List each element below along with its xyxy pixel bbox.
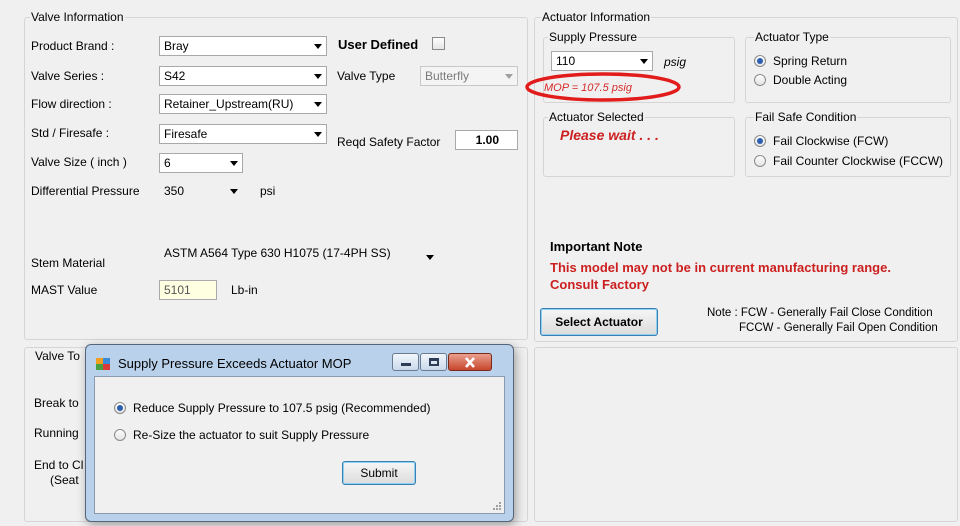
double-acting-label: Double Acting	[773, 73, 848, 87]
mast-value-unit: Lb-in	[231, 283, 258, 297]
stem-material-label: Stem Material	[31, 256, 106, 270]
reduce-pressure-label: Reduce Supply Pressure to 107.5 psig (Re…	[133, 401, 431, 415]
valve-type-value: Butterfly	[425, 69, 470, 83]
chevron-down-icon	[230, 189, 238, 194]
user-defined-checkbox[interactable]	[432, 37, 445, 50]
resize-grip-icon[interactable]	[492, 501, 502, 511]
supply-pressure-dialog: Supply Pressure Exceeds Actuator MOP Red…	[85, 344, 514, 522]
valve-series-select[interactable]: S42	[159, 66, 327, 86]
valve-series-value: S42	[164, 69, 186, 83]
resize-actuator-radio[interactable]	[114, 429, 126, 441]
flow-direction-label: Flow direction :	[31, 97, 112, 111]
user-defined-label: User Defined	[338, 37, 419, 52]
chevron-down-icon	[314, 74, 322, 79]
note-line1: Note : FCW - Generally Fail Close Condit…	[707, 307, 933, 319]
chevron-down-icon	[314, 44, 322, 49]
minimize-button[interactable]	[392, 353, 419, 371]
fail-clockwise-label: Fail Clockwise (FCW)	[773, 134, 889, 148]
chevron-down-icon	[314, 132, 322, 137]
seat-label: (Seat	[50, 473, 79, 487]
lower-right-panel	[534, 347, 958, 522]
mast-value-field: 5101	[159, 280, 217, 300]
actuator-type-group	[745, 37, 951, 103]
differential-pressure-label: Differential Pressure	[31, 184, 140, 198]
std-firesafe-value: Firesafe	[164, 127, 208, 141]
actuator-type-title: Actuator Type	[754, 30, 830, 44]
fail-clockwise-radio[interactable]	[754, 135, 766, 147]
important-note-title: Important Note	[550, 239, 643, 254]
flow-direction-select[interactable]: Retainer_Upstream(RU)	[159, 94, 327, 114]
important-note-line2: Consult Factory	[550, 277, 649, 292]
end-to-close-label: End to Cl	[34, 458, 84, 472]
important-note-line1: This model may not be in current manufac…	[550, 260, 891, 275]
actuator-selected-value: Please wait . . .	[560, 127, 659, 143]
actuator-selected-group	[543, 117, 735, 177]
reqd-safety-factor-input[interactable]: 1.00	[455, 130, 518, 150]
std-firesafe-select[interactable]: Firesafe	[159, 124, 327, 144]
chevron-down-icon	[640, 59, 648, 64]
actuator-selected-title: Actuator Selected	[548, 110, 645, 124]
maximize-icon	[429, 358, 439, 366]
valve-size-value: 6	[164, 156, 171, 170]
submit-button[interactable]: Submit	[342, 461, 416, 485]
differential-pressure-value: 350	[164, 184, 185, 198]
note-line2: FCCW - Generally Fail Open Condition	[739, 322, 938, 334]
chevron-down-icon	[314, 102, 322, 107]
product-brand-label: Product Brand :	[31, 39, 115, 53]
dialog-body: Reduce Supply Pressure to 107.5 psig (Re…	[94, 376, 505, 514]
running-torque-label: Running	[34, 426, 79, 440]
valve-size-select[interactable]: 6	[159, 153, 243, 173]
differential-pressure-unit: psi	[260, 184, 276, 198]
supply-pressure-unit: psig	[664, 55, 687, 69]
reqd-safety-factor-label: Reqd Safety Factor	[337, 135, 441, 149]
stem-material-select[interactable]: ASTM A564 Type 630 H1075 (17-4PH SS)	[159, 243, 439, 263]
reduce-pressure-radio[interactable]	[114, 402, 126, 414]
break-torque-label: Break to	[34, 396, 79, 410]
std-firesafe-label: Std / Firesafe :	[31, 126, 110, 140]
chevron-down-icon	[426, 255, 434, 260]
valve-type-label: Valve Type	[337, 69, 396, 83]
valve-series-label: Valve Series :	[31, 69, 105, 83]
minimize-icon	[401, 363, 411, 366]
product-brand-value: Bray	[164, 39, 189, 53]
product-brand-select[interactable]: Bray	[159, 36, 327, 56]
valve-size-label: Valve Size ( inch )	[31, 155, 127, 169]
resize-actuator-label: Re-Size the actuator to suit Supply Pres…	[133, 428, 370, 442]
actuator-information-title: Actuator Information	[541, 10, 652, 24]
double-acting-radio[interactable]	[754, 74, 766, 86]
valve-torque-title: Valve To	[34, 349, 81, 363]
chevron-down-icon	[230, 161, 238, 166]
mast-value-label: MAST Value	[31, 283, 98, 297]
chevron-down-icon	[505, 74, 513, 79]
highlight-circle	[525, 72, 681, 102]
select-actuator-button[interactable]: Select Actuator	[540, 308, 658, 336]
app-icon	[96, 358, 110, 370]
fail-safe-title: Fail Safe Condition	[754, 110, 858, 124]
stem-material-value: ASTM A564 Type 630 H1075 (17-4PH SS)	[164, 246, 391, 260]
flow-direction-value: Retainer_Upstream(RU)	[164, 97, 294, 111]
close-icon	[465, 357, 475, 368]
differential-pressure-select[interactable]: 350	[159, 181, 243, 201]
fail-counter-clockwise-label: Fail Counter Clockwise (FCCW)	[773, 154, 944, 168]
close-button[interactable]	[448, 353, 492, 371]
fail-counter-clockwise-radio[interactable]	[754, 155, 766, 167]
dialog-title: Supply Pressure Exceeds Actuator MOP	[118, 356, 352, 371]
supply-pressure-select[interactable]: 110	[551, 51, 653, 71]
supply-pressure-title: Supply Pressure	[548, 30, 639, 44]
maximize-button[interactable]	[420, 353, 447, 371]
spring-return-label: Spring Return	[773, 54, 848, 68]
valve-type-select[interactable]: Butterfly	[420, 66, 518, 86]
supply-pressure-value: 110	[556, 54, 576, 68]
valve-information-title: Valve Information	[30, 10, 125, 24]
spring-return-radio[interactable]	[754, 55, 766, 67]
